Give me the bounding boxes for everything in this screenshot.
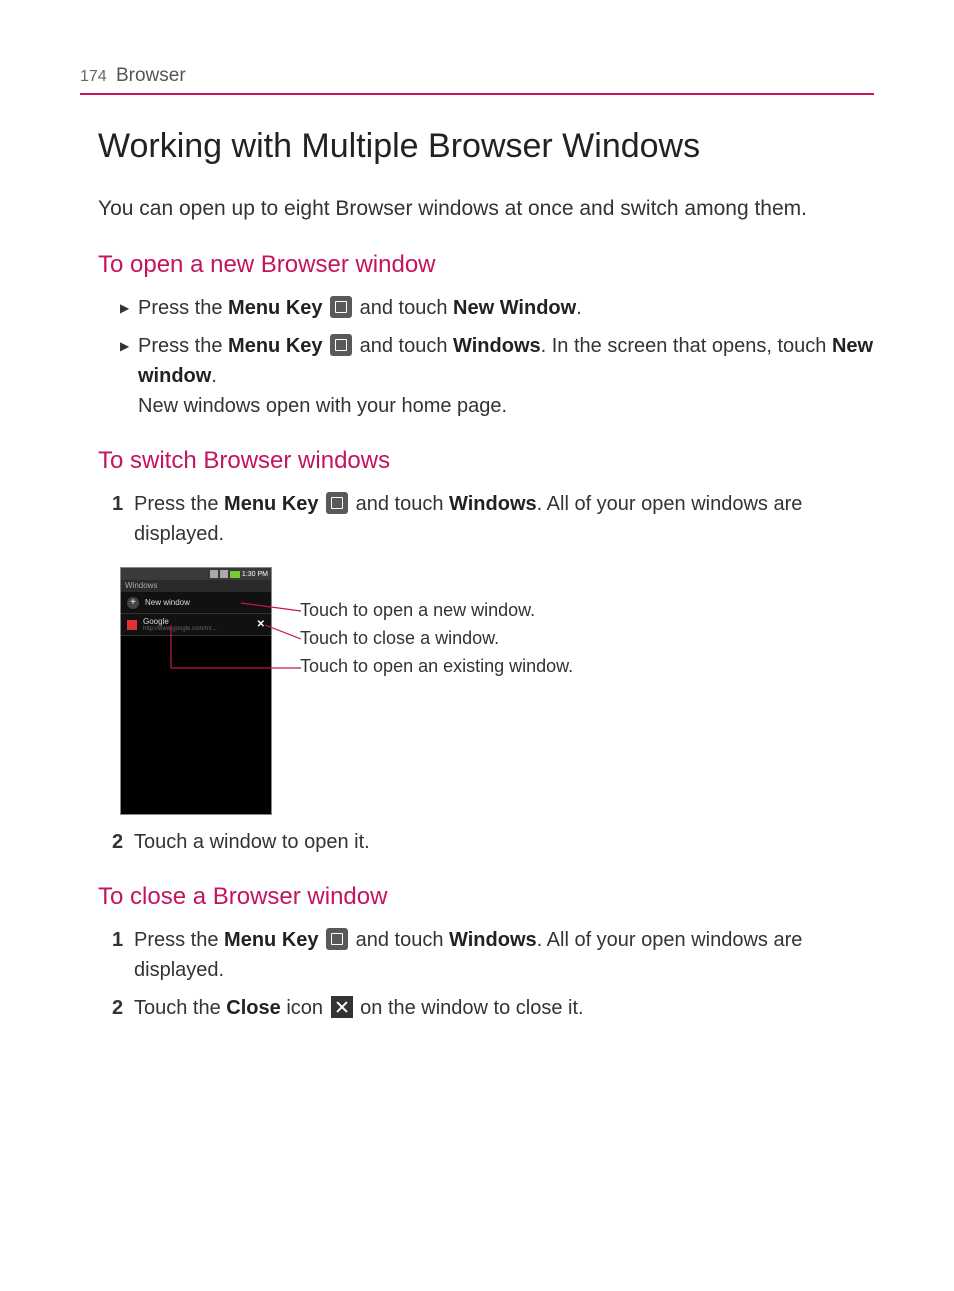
window-info: Google http://www.google.com/m/...: [143, 617, 217, 632]
open-bullet-2-line2: New windows open with your home page.: [138, 391, 874, 421]
text: and touch: [350, 493, 449, 515]
menu-key-icon: [330, 296, 352, 318]
step-number: 1: [112, 489, 134, 549]
figure: 1:30 PM Windows + New window Google http…: [120, 567, 874, 815]
text: on the window to close it.: [355, 997, 584, 1019]
windows-label: Windows: [449, 493, 537, 515]
step-number: 1: [112, 925, 134, 985]
text: . In the screen that opens, touch: [541, 335, 832, 357]
callout-new-window: Touch to open a new window.: [300, 600, 535, 621]
window-row[interactable]: Google http://www.google.com/m/... ✕: [121, 614, 271, 636]
bullet-marker-icon: ▶: [120, 331, 138, 421]
section-name: Browser: [116, 65, 186, 86]
text: .: [211, 365, 217, 387]
switch-step-1: 1 Press the Menu Key and touch Windows. …: [112, 489, 874, 549]
text: .: [576, 297, 582, 319]
signal-icon: [210, 570, 218, 578]
step-number: 2: [112, 827, 134, 857]
switch-step-1-body: Press the Menu Key and touch Windows. Al…: [134, 489, 874, 549]
windows-label: Windows: [453, 335, 541, 357]
menu-key-label: Menu Key: [228, 297, 322, 319]
close-icon: [331, 996, 353, 1018]
text: and touch: [354, 335, 453, 357]
battery-icon: [230, 571, 240, 578]
close-list: 1 Press the Menu Key and touch Windows. …: [112, 925, 874, 1023]
page-header: 174 Browser: [80, 65, 874, 95]
tab-url: http://www.google.com/m/...: [143, 626, 217, 632]
callout-close-window: Touch to close a window.: [300, 628, 499, 649]
bullet-marker-icon: ▶: [120, 293, 138, 323]
text: Press the: [138, 297, 228, 319]
close-window-button[interactable]: ✕: [257, 619, 265, 630]
close-step-2: 2 Touch the Close icon on the window to …: [112, 993, 874, 1023]
clock-text: 1:30 PM: [242, 571, 268, 578]
open-bullet-2-body: Press the Menu Key and touch Windows. In…: [138, 331, 874, 421]
page-title: Working with Multiple Browser Windows: [98, 127, 874, 166]
menu-key-icon: [330, 334, 352, 356]
new-window-label: New window: [145, 598, 190, 607]
phone-screenshot: 1:30 PM Windows + New window Google http…: [120, 567, 272, 815]
menu-key-label: Menu Key: [224, 929, 318, 951]
text: .: [537, 929, 543, 951]
text: Press the: [134, 493, 224, 515]
callout-open-existing: Touch to open an existing window.: [300, 656, 573, 677]
menu-key-icon: [326, 492, 348, 514]
status-bar: 1:30 PM: [121, 568, 271, 580]
heading-open: To open a new Browser window: [98, 251, 874, 279]
plus-icon: +: [127, 597, 139, 609]
menu-key-label: Menu Key: [228, 335, 322, 357]
menu-key-label: Menu Key: [224, 493, 318, 515]
close-step-1: 1 Press the Menu Key and touch Windows. …: [112, 925, 874, 985]
text: .: [537, 493, 543, 515]
open-bullet-1: ▶ Press the Menu Key and touch New Windo…: [120, 293, 874, 323]
text: and touch: [350, 929, 449, 951]
text: Press the: [134, 929, 224, 951]
close-step-2-body: Touch the Close icon on the window to cl…: [134, 993, 874, 1023]
tab-title: Google: [143, 617, 169, 626]
page-number: 174: [80, 68, 107, 85]
menu-key-icon: [326, 928, 348, 950]
heading-switch: To switch Browser windows: [98, 447, 874, 475]
windows-label: Windows: [449, 929, 537, 951]
intro-text: You can open up to eight Browser windows…: [98, 194, 874, 223]
favicon-icon: [127, 620, 137, 630]
step-number: 2: [112, 993, 134, 1023]
switch-step-2: 2 Touch a window to open it.: [112, 827, 874, 857]
open-list: ▶ Press the Menu Key and touch New Windo…: [120, 293, 874, 421]
screen-title: Windows: [121, 580, 271, 592]
switch-list: 1 Press the Menu Key and touch Windows. …: [112, 489, 874, 549]
switch-list-cont: 2 Touch a window to open it.: [112, 827, 874, 857]
text: and touch: [354, 297, 453, 319]
switch-step-2-body: Touch a window to open it.: [134, 827, 874, 857]
text: icon: [281, 997, 329, 1019]
open-bullet-2: ▶ Press the Menu Key and touch Windows. …: [120, 331, 874, 421]
text: Press the: [138, 335, 228, 357]
new-window-label: New Window: [453, 297, 576, 319]
close-step-1-body: Press the Menu Key and touch Windows. Al…: [134, 925, 874, 985]
open-bullet-1-body: Press the Menu Key and touch New Window.: [138, 293, 874, 323]
close-label: Close: [226, 997, 280, 1019]
text: Touch the: [134, 997, 226, 1019]
heading-close: To close a Browser window: [98, 883, 874, 911]
network-icon: [220, 570, 228, 578]
new-window-row[interactable]: + New window: [121, 592, 271, 614]
